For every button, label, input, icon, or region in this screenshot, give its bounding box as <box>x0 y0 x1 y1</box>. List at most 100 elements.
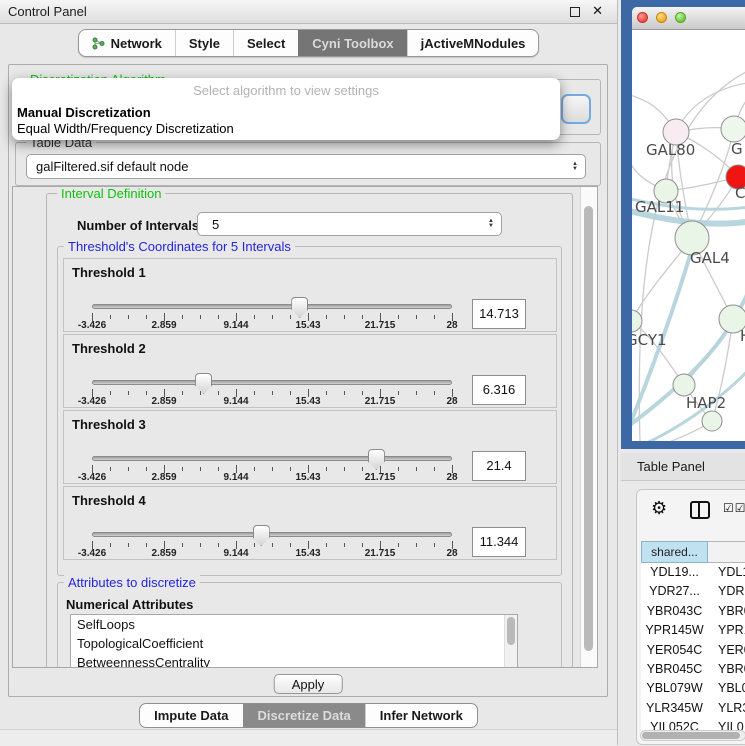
threshold-box: Threshold 2-3.4262.8599.14415.4321.71528… <box>63 334 557 408</box>
tick-mark <box>290 543 291 547</box>
horizontal-scrollbar-thumb[interactable] <box>642 732 740 739</box>
tick-label: 15.43 <box>295 548 320 559</box>
numerical-attributes-list[interactable]: SelfLoopsTopologicalCoefficientBetweenne… <box>70 614 518 668</box>
table-row[interactable]: YBR045CYBR0 <box>641 660 745 679</box>
network-node[interactable] <box>721 116 745 142</box>
tick-mark <box>272 391 273 395</box>
attributes-group: Attributes to discretize Numerical Attri… <box>57 582 562 668</box>
tab-jactivemnodules[interactable]: jActiveMNodules <box>407 30 539 56</box>
vertical-scrollbar[interactable] <box>580 187 597 667</box>
slider-track[interactable] <box>92 380 452 385</box>
algorithm-option-select-algorithm-to-view-settings[interactable]: Select algorithm to view settings <box>17 84 555 98</box>
tick-mark <box>110 391 111 395</box>
algorithm-option-equal-width-frequency-discretization[interactable]: Equal Width/Frequency Discretization <box>17 122 555 136</box>
close-traffic-light[interactable] <box>637 12 648 23</box>
arrow-down-icon: ▼ <box>488 224 494 229</box>
attribute-item-betweennesscentrality[interactable]: BetweennessCentrality <box>71 653 517 668</box>
list-scrollbar[interactable] <box>504 615 517 668</box>
attribute-item-topologicalcoefficient[interactable]: TopologicalCoefficient <box>71 634 517 653</box>
tick-mark <box>218 467 219 471</box>
table-row[interactable]: YBR043CYBR0 <box>641 602 745 621</box>
tick-mark <box>434 391 435 395</box>
tick-label: -3.426 <box>78 548 106 559</box>
attribute-item-selfloops[interactable]: SelfLoops <box>71 615 517 634</box>
tick-label: 2.859 <box>151 548 176 559</box>
tick-mark <box>146 467 147 471</box>
algorithm-option-manual-discretization[interactable]: Manual Discretization <box>17 106 555 120</box>
threshold-label: Threshold 1 <box>72 265 146 280</box>
thresholds-group: Threshold's Coordinates for 5 Intervals … <box>57 246 562 576</box>
cell-name: YLR3 <box>708 699 745 718</box>
tick-mark <box>182 391 183 395</box>
arrow-down-icon: ▼ <box>572 167 578 172</box>
tab-discretize-data[interactable]: Discretize Data <box>243 704 365 727</box>
table-row[interactable]: YDR27...YDR2 <box>641 582 745 601</box>
zoom-traffic-light[interactable] <box>675 12 686 23</box>
network-node[interactable] <box>673 374 695 396</box>
float-window-icon[interactable] <box>570 7 580 17</box>
node-label-gcy1: GCY1 <box>632 331 667 349</box>
apply-button[interactable]: Apply <box>274 674 343 694</box>
tick-label: 9.144 <box>223 472 248 483</box>
threshold-label: Threshold 2 <box>72 341 146 356</box>
algorithm-combo-button[interactable] <box>561 94 591 124</box>
table-row[interactable]: YDL19...YDL1 <box>641 563 745 582</box>
tick-label: 9.144 <box>223 320 248 331</box>
minimize-traffic-light[interactable] <box>656 12 667 23</box>
tab-select[interactable]: Select <box>233 30 298 56</box>
table-panel-header: Table Panel <box>621 453 745 481</box>
footer-strip <box>0 729 617 746</box>
table-data-combo[interactable]: galFiltered.sif default node ▲ ▼ <box>26 154 586 179</box>
list-scrollbar-thumb[interactable] <box>507 617 515 645</box>
cyni-toolbox-panel: Discretization Algorithm Select algorith… <box>8 64 608 697</box>
network-canvas[interactable]: GAL80GCGAL11GAL4GCY1HHAP2 <box>632 30 745 441</box>
slider-handle[interactable] <box>368 449 385 470</box>
tab-impute-data[interactable]: Impute Data <box>140 704 242 727</box>
column-header-name[interactable]: name <box>708 541 745 563</box>
column-header-shared-name[interactable]: shared... <box>641 541 708 563</box>
cell-shared-name: YDR27... <box>641 582 708 601</box>
slider-track[interactable] <box>92 304 452 309</box>
threshold-value[interactable]: 6.316 <box>472 375 526 405</box>
split-columns-icon[interactable] <box>690 501 710 519</box>
close-icon[interactable]: ✕ <box>592 3 603 19</box>
tick-label: 28 <box>446 396 457 407</box>
tab-cyni-toolbox[interactable]: Cyni Toolbox <box>298 30 406 56</box>
tick-mark <box>254 543 255 547</box>
node-label-gal11: GAL11 <box>635 198 684 216</box>
tick-label: 2.859 <box>151 396 176 407</box>
tick-mark <box>434 315 435 319</box>
threshold-value[interactable]: 21.4 <box>472 451 526 481</box>
tick-mark <box>182 315 183 319</box>
settings-scrollpane: Interval Definition Number of Intervals … <box>12 186 598 668</box>
table-row[interactable]: YLR345WYLR3 <box>641 699 745 718</box>
slider-track[interactable] <box>92 532 452 537</box>
tick-label: 21.715 <box>365 396 396 407</box>
checkboxes-icon[interactable]: ☑☑ <box>723 501 745 515</box>
cell-shared-name: YPR145W <box>641 621 708 640</box>
vertical-scrollbar-thumb[interactable] <box>584 206 593 651</box>
table-row[interactable]: YPR145WYPR1 <box>641 621 745 640</box>
horizontal-scrollbar[interactable] <box>640 730 745 741</box>
slider-handle[interactable] <box>195 373 212 394</box>
table-panel-body: ⚙ ☑☑ shared... name YDL19...YDL1YDR27...… <box>636 489 745 745</box>
table-row[interactable]: YBL079WYBL0 <box>641 679 745 698</box>
tab-style[interactable]: Style <box>175 30 233 56</box>
slider-handle[interactable] <box>291 297 308 318</box>
network-node[interactable] <box>702 411 722 431</box>
gear-icon[interactable]: ⚙ <box>651 498 667 519</box>
tick-label: 28 <box>446 320 457 331</box>
slider-track[interactable] <box>92 456 452 461</box>
slider-handle[interactable] <box>253 525 270 546</box>
table-row[interactable]: YER054CYER0 <box>641 641 745 660</box>
threshold-value[interactable]: 14.713 <box>472 299 526 329</box>
tab-network[interactable]: Network <box>79 30 175 56</box>
tick-mark <box>290 467 291 471</box>
table-data-combo-value: galFiltered.sif default node <box>27 159 572 174</box>
tick-mark <box>200 391 201 395</box>
tick-label: 21.715 <box>365 472 396 483</box>
thresholds-group-title: Threshold's Coordinates for 5 Intervals <box>64 239 295 254</box>
threshold-value[interactable]: 11.344 <box>472 527 526 557</box>
tab-infer-network[interactable]: Infer Network <box>365 704 477 727</box>
number-of-intervals-spinner[interactable]: 5 ▲ ▼ <box>197 212 502 236</box>
